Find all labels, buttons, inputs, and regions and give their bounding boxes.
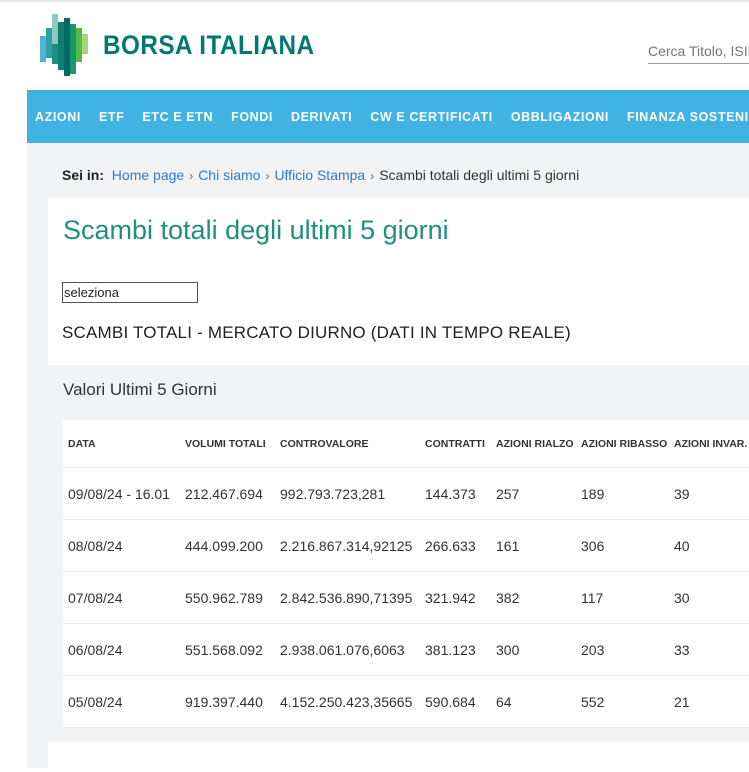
brand-name[interactable]: BORSA ITALIANA	[103, 30, 314, 61]
table-cell: 05/08/24	[68, 693, 123, 710]
nav-item[interactable]: AZIONI	[35, 110, 81, 124]
table-heading: Valori Ultimi 5 Giorni	[63, 380, 217, 399]
table-cell: 212.467.694	[185, 485, 263, 502]
nav-item[interactable]: ETC E ETN	[142, 110, 213, 124]
table-cell: 40	[674, 537, 690, 554]
column-header: AZIONI RIALZO	[496, 437, 574, 450]
table-row: 08/08/24 444.099.200 2.216.867.314,92125 26…	[63, 520, 749, 572]
nav-item[interactable]: FONDI	[231, 110, 273, 124]
table-cell: 39	[674, 485, 690, 502]
borsa-italiana-logo-icon[interactable]	[38, 14, 98, 76]
table-cell: 203	[581, 641, 605, 658]
table-cell: 21	[674, 693, 690, 710]
table-cell: 551.568.092	[185, 641, 263, 658]
nav-item[interactable]: FINANZA SOSTENIBILE	[627, 110, 749, 124]
table-cell: 444.099.200	[185, 537, 263, 554]
table-cell: 161	[496, 537, 520, 554]
table-cell: 30	[674, 589, 690, 606]
table-row: 05/08/24 919.397.440 4.152.250.423,35665 59…	[63, 676, 749, 728]
search-input[interactable]	[648, 38, 749, 64]
table-cell: 590.684	[425, 693, 476, 710]
column-header: CONTRATTI	[425, 437, 485, 450]
table-cell: 992.793.723,281	[280, 485, 386, 502]
column-header: VOLUMI TOTALI	[185, 437, 266, 450]
nav-item[interactable]: OBBLIGAZIONI	[511, 110, 609, 124]
column-header: DATA	[68, 437, 96, 450]
table-row: 07/08/24 550.962.789 2.842.536.890,71395 32…	[63, 572, 749, 624]
table-cell: 266.633	[425, 537, 476, 554]
trading-table: DATA VOLUMI TOTALI CONTROVALORE CONTRATTI AZ…	[63, 420, 749, 728]
table-cell: 321.942	[425, 589, 476, 606]
table-cell: 4.152.250.423,35665	[280, 693, 413, 710]
table-cell: 550.962.789	[185, 589, 263, 606]
breadcrumb: Sei in: Home page › Chi siamo › Ufficio Stam…	[62, 167, 580, 183]
table-row: 09/08/24 - 16.01 212.467.694 992.793.723,2…	[63, 468, 749, 520]
breadcrumb-current: Scambi totali degli ultimi 5 giorni	[379, 167, 580, 183]
table-cell: 300	[496, 641, 520, 658]
period-select[interactable]: seleziona	[62, 282, 198, 303]
table-cell: 06/08/24	[68, 641, 123, 658]
section-subtitle: SCAMBI TOTALI - MERCATO DIURNO (DATI IN …	[62, 323, 571, 342]
table-cell: 08/08/24	[68, 537, 123, 554]
page-title: Scambi totali degli ultimi 5 giorni	[63, 215, 449, 245]
table-row: 06/08/24 551.568.092 2.938.061.076,6063 381…	[63, 624, 749, 676]
table-cell: 919.397.440	[185, 693, 263, 710]
column-header: AZIONI RIBASSO	[581, 437, 668, 450]
breadcrumb-home[interactable]: Home page	[112, 167, 184, 183]
table-cell: 2.938.061.076,6063	[280, 641, 405, 658]
table-cell: 306	[581, 537, 605, 554]
table-cell: 33	[674, 641, 690, 658]
table-cell: 382	[496, 589, 520, 606]
table-cell: 07/08/24	[68, 589, 123, 606]
table-cell: 64	[496, 693, 512, 710]
column-header: CONTROVALORE	[280, 437, 369, 450]
nav-item[interactable]: DERIVATI	[291, 110, 352, 124]
breadcrumb-chi-siamo[interactable]: Chi siamo	[198, 167, 260, 183]
table-cell: 257	[496, 485, 520, 502]
table-cell: 189	[581, 485, 605, 502]
table-header-row: DATA VOLUMI TOTALI CONTROVALORE CONTRATTI AZ…	[63, 420, 749, 468]
table-cell: 117	[581, 589, 604, 606]
main-nav: AZIONI ETF ETC E ETN FONDI DERIVATI CW E CERT…	[27, 90, 749, 143]
table-cell: 2.216.867.314,92125	[280, 537, 413, 554]
table-cell: 2.842.536.890,71395	[280, 589, 413, 606]
table-cell: 144.373	[425, 485, 476, 502]
top-border	[0, 0, 749, 2]
breadcrumb-ufficio-stampa[interactable]: Ufficio Stampa	[274, 167, 365, 183]
nav-item[interactable]: ETF	[99, 110, 124, 124]
nav-item[interactable]: CW E CERTIFICATI	[370, 110, 493, 124]
breadcrumb-label: Sei in:	[62, 167, 105, 183]
table-cell: 09/08/24 - 16.01	[68, 485, 170, 502]
table-cell: 552	[581, 693, 605, 710]
column-header: AZIONI INVAR.	[674, 437, 748, 450]
table-cell: 381.123	[425, 641, 476, 658]
